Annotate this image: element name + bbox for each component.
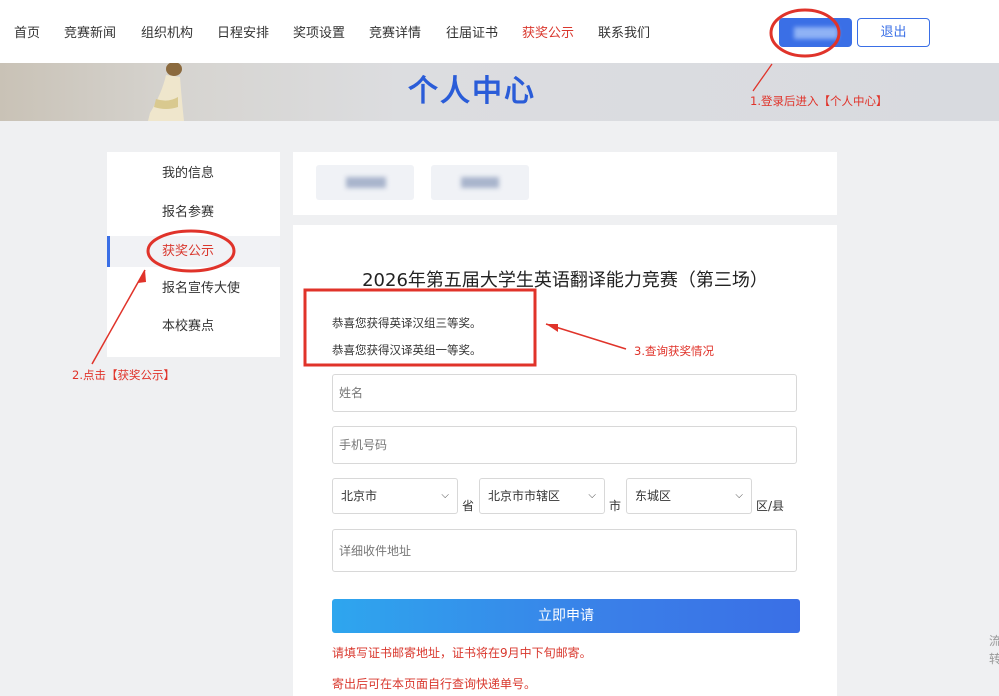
province-unit: 省	[462, 499, 475, 513]
contest-tab-2[interactable]	[431, 165, 529, 200]
blurred-tab-label	[346, 177, 386, 188]
city-select[interactable]: 北京市市辖区 ⌵	[479, 478, 605, 514]
nav-home[interactable]: 首页	[14, 22, 40, 41]
sidebar-item-my-info[interactable]: 我的信息	[107, 158, 280, 189]
page-banner: 个人中心	[0, 63, 999, 121]
blurred-tab-label	[461, 177, 499, 188]
nav-schedule[interactable]: 日程安排	[217, 22, 269, 41]
nav-awards-setting[interactable]: 奖项设置	[293, 22, 345, 41]
top-nav: 首页 竞赛新闻 组织机构 日程安排 奖项设置 竞赛详情 往届证书 获奖公示 联系…	[0, 0, 999, 63]
nav-news[interactable]: 竞赛新闻	[64, 22, 116, 41]
annotation-step1: 1.登录后进入【个人中心】	[750, 94, 888, 108]
blurred-username	[794, 27, 838, 39]
page-title: 个人中心	[408, 74, 536, 109]
sidebar: 我的信息 报名参赛 获奖公示 报名宣传大使 本校赛点	[107, 152, 280, 357]
chevron-down-icon: ⌵	[735, 490, 743, 501]
contest-tab-1[interactable]	[316, 165, 414, 200]
annotation-step3: 3.查询获奖情况	[634, 344, 714, 358]
notice-mailing: 请填写证书邮寄地址，证书将在9月中下旬邮寄。	[332, 646, 592, 660]
edge-floating-text-2[interactable]: 转	[989, 650, 999, 667]
district-select[interactable]: 东城区 ⌵	[626, 478, 752, 514]
notice-tracking: 寄出后可在本页面自行查询快递单号。	[332, 677, 537, 691]
sidebar-item-register[interactable]: 报名参赛	[107, 197, 280, 228]
district-unit: 区/县	[756, 499, 785, 513]
phone-input[interactable]	[332, 426, 797, 464]
nav-past-certificates[interactable]: 往届证书	[446, 22, 498, 41]
sidebar-item-ambassador[interactable]: 报名宣传大使	[107, 273, 280, 304]
nav-award-announcement[interactable]: 获奖公示	[522, 22, 574, 41]
award-result-2: 恭喜您获得汉译英组一等奖。	[332, 343, 482, 357]
province-value: 北京市	[341, 489, 378, 503]
chevron-down-icon: ⌵	[441, 490, 449, 501]
city-unit: 市	[609, 499, 622, 513]
contest-title: 2026年第五届大学生英语翻译能力竞赛（第三场）	[362, 270, 768, 291]
sidebar-item-award-announcement[interactable]: 获奖公示	[107, 236, 280, 267]
address-input[interactable]	[332, 529, 797, 572]
sidebar-item-school-site[interactable]: 本校赛点	[107, 311, 280, 342]
user-account-button[interactable]	[779, 18, 852, 47]
district-value: 东城区	[635, 489, 672, 503]
apply-button[interactable]: 立即申请	[332, 599, 800, 633]
name-input[interactable]	[332, 374, 797, 412]
contest-tabs	[293, 152, 837, 215]
edge-floating-text-1[interactable]: 流	[989, 632, 999, 649]
city-value: 北京市市辖区	[488, 489, 561, 503]
province-select[interactable]: 北京市 ⌵	[332, 478, 458, 514]
nav-organization[interactable]: 组织机构	[141, 22, 193, 41]
chevron-down-icon: ⌵	[588, 490, 596, 501]
annotation-step2: 2.点击【获奖公示】	[72, 368, 175, 382]
nav-contact-us[interactable]: 联系我们	[598, 22, 650, 41]
banner-figure-decoration	[148, 63, 184, 121]
logout-button[interactable]: 退出	[857, 18, 930, 47]
nav-contest-details[interactable]: 竞赛详情	[369, 22, 421, 41]
award-result-1: 恭喜您获得英译汉组三等奖。	[332, 316, 482, 330]
award-card: 2026年第五届大学生英语翻译能力竞赛（第三场） 恭喜您获得英译汉组三等奖。 恭…	[293, 225, 837, 696]
